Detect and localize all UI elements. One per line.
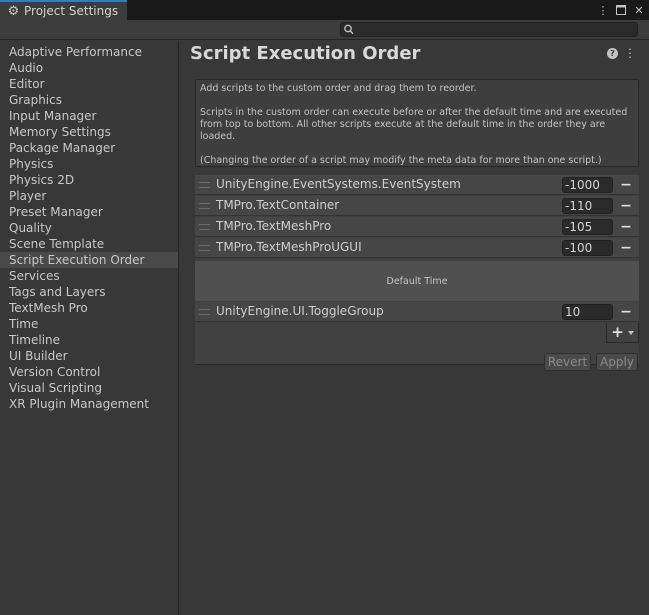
sidebar-item-tags-and-layers[interactable]: Tags and Layers bbox=[0, 284, 178, 300]
sidebar-item-xr-plugin-management[interactable]: XR Plugin Management bbox=[0, 396, 178, 412]
sidebar-item-input-manager[interactable]: Input Manager bbox=[0, 108, 178, 124]
script-row[interactable]: UnityEngine.UI.ToggleGroup 10 − bbox=[195, 302, 639, 322]
remove-script-button[interactable]: − bbox=[619, 219, 633, 235]
sidebar-item-ui-builder[interactable]: UI Builder bbox=[0, 348, 178, 364]
sidebar-item-scene-template[interactable]: Scene Template bbox=[0, 236, 178, 252]
sidebar-item-memory-settings[interactable]: Memory Settings bbox=[0, 124, 178, 140]
settings-sidebar: Adaptive Performance Audio Editor Graphi… bbox=[0, 41, 179, 615]
help-box: Add scripts to the custom order and drag… bbox=[195, 79, 639, 167]
window-controls: ⋮ ✕ bbox=[597, 0, 645, 20]
page-title: Script Execution Order bbox=[190, 43, 421, 64]
drag-handle-icon[interactable] bbox=[199, 182, 210, 188]
settings-main-panel: Script Execution Order ? ⋮ Add scripts t… bbox=[180, 41, 649, 615]
remove-script-button[interactable]: − bbox=[619, 304, 633, 320]
script-order-list: UnityEngine.EventSystems.EventSystem -10… bbox=[195, 175, 639, 365]
sidebar-item-package-manager[interactable]: Package Manager bbox=[0, 140, 178, 156]
sidebar-item-quality[interactable]: Quality bbox=[0, 220, 178, 236]
search-bar bbox=[0, 20, 649, 40]
script-name: TMPro.TextMeshProUGUI bbox=[216, 240, 362, 254]
title-bar: ⚙ Project Settings ⋮ ✕ bbox=[0, 0, 649, 20]
sidebar-item-audio[interactable]: Audio bbox=[0, 60, 178, 76]
help-text-line: (Changing the order of a script may modi… bbox=[200, 155, 602, 166]
plus-icon: + bbox=[611, 323, 624, 341]
gear-icon: ⚙ bbox=[7, 3, 20, 19]
sidebar-item-timeline[interactable]: Timeline bbox=[0, 332, 178, 348]
sidebar-item-editor[interactable]: Editor bbox=[0, 76, 178, 92]
help-icon[interactable]: ? bbox=[607, 48, 618, 59]
sidebar-item-graphics[interactable]: Graphics bbox=[0, 92, 178, 108]
sidebar-item-version-control[interactable]: Version Control bbox=[0, 364, 178, 380]
default-time-divider: Default Time bbox=[195, 261, 639, 301]
tab-title: Project Settings bbox=[24, 4, 119, 18]
execution-order-field[interactable]: -100 bbox=[562, 240, 613, 256]
remove-script-button[interactable]: − bbox=[619, 240, 633, 256]
script-row[interactable]: TMPro.TextMeshPro -105 − bbox=[195, 217, 639, 237]
more-vertical-icon[interactable]: ⋮ bbox=[597, 3, 609, 17]
maximize-icon[interactable] bbox=[615, 3, 627, 17]
sidebar-item-services[interactable]: Services bbox=[0, 268, 178, 284]
execution-order-field[interactable]: -110 bbox=[562, 198, 613, 214]
script-row[interactable]: UnityEngine.EventSystems.EventSystem -10… bbox=[195, 175, 639, 195]
script-name: TMPro.TextContainer bbox=[216, 198, 340, 212]
more-vertical-icon[interactable]: ⋮ bbox=[624, 46, 636, 60]
drag-handle-icon[interactable] bbox=[199, 245, 210, 251]
sidebar-item-textmesh-pro[interactable]: TextMesh Pro bbox=[0, 300, 178, 316]
drag-handle-icon[interactable] bbox=[199, 224, 210, 230]
add-script-dropdown[interactable]: + bbox=[606, 323, 639, 343]
script-row[interactable]: TMPro.TextContainer -110 − bbox=[195, 196, 639, 216]
search-input[interactable] bbox=[340, 22, 638, 37]
sidebar-item-physics[interactable]: Physics bbox=[0, 156, 178, 172]
sidebar-item-time[interactable]: Time bbox=[0, 316, 178, 332]
sidebar-item-adaptive-performance[interactable]: Adaptive Performance bbox=[0, 44, 178, 60]
script-row[interactable]: TMPro.TextMeshProUGUI -100 − bbox=[195, 238, 639, 258]
execution-order-field[interactable]: 10 bbox=[562, 304, 613, 320]
sidebar-item-script-execution-order[interactable]: Script Execution Order bbox=[0, 252, 178, 268]
drag-handle-icon[interactable] bbox=[199, 203, 210, 209]
revert-button[interactable]: Revert bbox=[544, 353, 591, 371]
execution-order-field[interactable]: -1000 bbox=[562, 177, 613, 193]
drag-handle-icon[interactable] bbox=[199, 309, 210, 315]
close-icon[interactable]: ✕ bbox=[633, 3, 645, 17]
search-icon bbox=[344, 24, 354, 35]
apply-button[interactable]: Apply bbox=[596, 353, 638, 371]
remove-script-button[interactable]: − bbox=[619, 198, 633, 214]
execution-order-field[interactable]: -105 bbox=[562, 219, 613, 235]
sidebar-item-player[interactable]: Player bbox=[0, 188, 178, 204]
script-name: UnityEngine.UI.ToggleGroup bbox=[216, 304, 384, 318]
script-name: TMPro.TextMeshPro bbox=[216, 219, 332, 233]
sidebar-item-preset-manager[interactable]: Preset Manager bbox=[0, 204, 178, 220]
script-name: UnityEngine.EventSystems.EventSystem bbox=[216, 177, 461, 191]
help-text-line: Add scripts to the custom order and drag… bbox=[200, 83, 477, 94]
sidebar-item-physics-2d[interactable]: Physics 2D bbox=[0, 172, 178, 188]
sidebar-item-visual-scripting[interactable]: Visual Scripting bbox=[0, 380, 178, 396]
help-text-line: Scripts in the custom order can execute … bbox=[200, 107, 628, 142]
chevron-down-icon bbox=[627, 330, 634, 335]
remove-script-button[interactable]: − bbox=[619, 177, 633, 193]
tab-project-settings[interactable]: ⚙ Project Settings bbox=[0, 0, 127, 20]
